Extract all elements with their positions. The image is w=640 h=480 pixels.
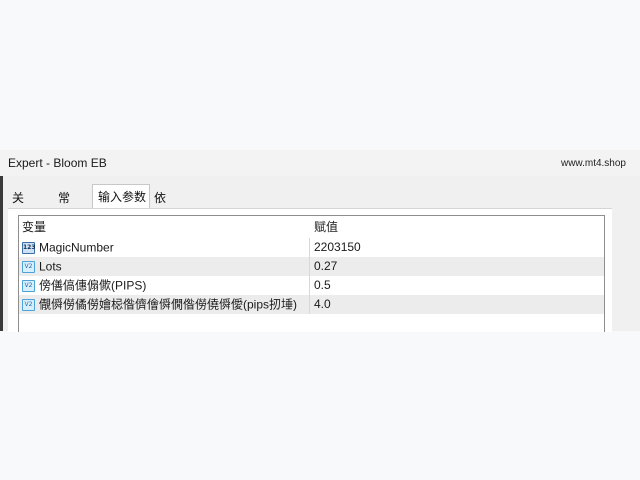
param-name-cell: V2 傍僐傐僡傓僛(PIPS)	[22, 276, 312, 295]
table-row[interactable]: 123 MagicNumber 2203150	[19, 238, 604, 257]
title-bar[interactable]: Expert - Bloom EB www.mt4.shop	[0, 150, 640, 176]
param-name: 儬僢僗僪僗嬒梞偺儕儈僢僩偺僗僥僢僾(pips扨埵)	[39, 297, 298, 312]
param-value[interactable]: 2203150	[314, 238, 594, 257]
param-name: Lots	[39, 259, 62, 274]
tab-dependencies[interactable]: 依存关系	[154, 188, 166, 265]
expert-properties-dialog: Expert - Bloom EB www.mt4.shop 关于 常用 输入参…	[0, 150, 640, 332]
param-name-cell: 123 MagicNumber	[22, 238, 312, 257]
param-value[interactable]: 0.27	[314, 257, 594, 276]
param-name: 傍僐傐僡傓僛(PIPS)	[39, 278, 147, 293]
watermark-text: www.mt4.shop	[560, 158, 626, 169]
param-value[interactable]: 0.5	[314, 276, 594, 295]
column-header-value[interactable]: 赋值	[314, 216, 594, 238]
left-edge-border	[0, 176, 3, 331]
table-row[interactable]: V2 傍僐傐僡傓僛(PIPS) 0.5	[19, 276, 604, 295]
integer-type-icon: 123	[22, 241, 36, 254]
parameters-grid: 变量 赋值 123 MagicNumber 2203150 V2 Lots 0.27…	[18, 215, 605, 332]
tab-about[interactable]: 关于	[12, 188, 24, 225]
column-header-variable[interactable]: 变量	[22, 216, 312, 238]
param-value[interactable]: 4.0	[314, 295, 594, 314]
double-type-icon: V2	[22, 279, 35, 292]
param-name-cell: V2 儬僢僗僪僗嬒梞偺儕儈僢僩偺僗僥僢僾(pips扨埵)	[22, 295, 312, 314]
tab-inputs[interactable]: 输入参数	[92, 184, 150, 208]
window-title: Expert - Bloom EB	[8, 156, 107, 170]
double-type-icon: V2	[22, 260, 35, 273]
table-row[interactable]: V2 Lots 0.27	[19, 257, 604, 276]
column-separator[interactable]	[309, 238, 310, 314]
tab-common[interactable]: 常用	[58, 188, 70, 225]
inputs-panel: 变量 赋值 123 MagicNumber 2203150 V2 Lots 0.27…	[8, 208, 612, 332]
param-name: MagicNumber	[39, 240, 114, 255]
double-type-icon: V2	[22, 298, 35, 311]
table-row[interactable]: V2 儬僢僗僪僗嬒梞偺儕儈僢僩偺僗僥僢僾(pips扨埵) 4.0	[19, 295, 604, 314]
grid-header: 变量 赋值	[19, 216, 604, 238]
param-name-cell: V2 Lots	[22, 257, 312, 276]
